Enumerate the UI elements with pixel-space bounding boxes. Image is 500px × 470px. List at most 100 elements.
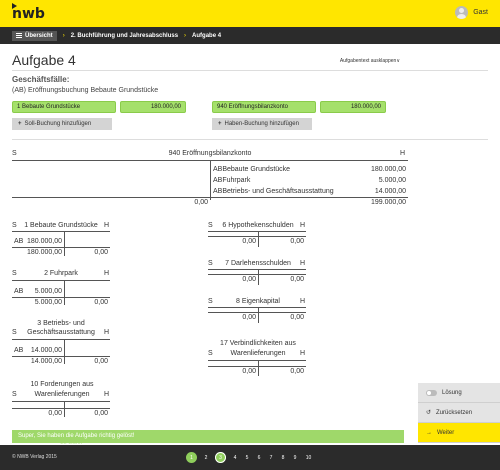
ebk-row-label: ABBebaute Grundstücke xyxy=(213,166,291,173)
account-title-line-1: 3 Betriebs- und xyxy=(37,320,85,327)
t-account-middle-line xyxy=(258,307,259,323)
add-soll-button[interactable]: + Soll-Buchung hinzufügen xyxy=(12,118,112,130)
ebk-total-left: 0,00 xyxy=(194,199,208,206)
plus-icon: + xyxy=(218,121,222,127)
account-title-line-1: 17 Verbindlichkeiten aus xyxy=(220,340,296,347)
debit-label: S xyxy=(208,222,213,229)
sum-left: 0,00 xyxy=(242,314,256,321)
toggle-task-label: Aufgabentext ausklappen xyxy=(339,58,397,64)
credit-label: H xyxy=(300,222,306,229)
soll-account-field[interactable]: 1 Bebaute Grundstücke xyxy=(12,101,116,113)
page-button-4[interactable]: 4 xyxy=(232,452,238,463)
page-button-8[interactable]: 8 xyxy=(280,452,286,463)
account-title: 7 Darlehensschulden xyxy=(225,260,291,267)
sum-right: 0,00 xyxy=(290,368,304,375)
page-button-1[interactable]: 1 xyxy=(186,452,197,463)
question-text: (AB) Eröffnungsbuchung Bebaute Grundstüc… xyxy=(12,87,159,94)
action-panel: Lösung ↺ Zurücksetzen → Weiter xyxy=(418,383,500,443)
t-account-top-line xyxy=(12,339,110,340)
account-title-line-1: 10 Forderungen aus xyxy=(30,381,94,388)
breadcrumb-separator-icon: › xyxy=(62,32,65,39)
credit-label: H xyxy=(400,150,406,157)
add-haben-button[interactable]: + Haben-Buchung hinzufügen xyxy=(212,118,312,130)
overview-button[interactable]: Übersicht xyxy=(12,30,57,41)
debit-label: S xyxy=(208,260,213,267)
sum-left: 14.000,00 xyxy=(30,358,62,365)
divider xyxy=(12,139,488,140)
user-menu[interactable]: Gast xyxy=(455,6,488,19)
breadcrumb-item-chapter[interactable]: 2. Buchführung und Jahresabschluss xyxy=(71,33,178,39)
logo[interactable]: nwb xyxy=(12,6,45,22)
account-title: 1 Bebaute Grundstücke xyxy=(24,222,98,229)
t-account-sum-line xyxy=(208,312,306,313)
add-soll-label: Soll-Buchung hinzufügen xyxy=(24,121,92,127)
credit-label: H xyxy=(300,298,306,305)
t-account-top-line xyxy=(12,280,110,281)
chevron-down-icon: ∨ xyxy=(396,58,400,64)
solution-toggle[interactable]: Lösung xyxy=(418,383,500,403)
entry-label: AB xyxy=(14,347,24,354)
t-account-middle-line xyxy=(258,231,259,247)
t-account-top-line xyxy=(12,401,110,402)
credit-label: H xyxy=(104,329,110,336)
debit-label: S xyxy=(208,298,213,305)
sum-left: 0,00 xyxy=(242,276,256,283)
sum-right: 0,00 xyxy=(94,249,108,256)
debit-label: S xyxy=(12,270,17,277)
plus-icon: + xyxy=(18,121,22,127)
entry-label: AB xyxy=(14,238,24,245)
t-account-middle-line xyxy=(64,401,65,417)
credit-label: H xyxy=(104,270,110,277)
t-account-top-line xyxy=(12,231,110,232)
t-account-middle-line xyxy=(258,269,259,285)
page-title: Aufgabe 4 xyxy=(12,52,76,68)
account-title: 8 Eigenkapital xyxy=(236,298,280,305)
top-bar: nwb Gast xyxy=(0,0,500,27)
account-title: 2 Fuhrpark xyxy=(44,270,78,277)
haben-account-field[interactable]: 940 Eröffnungsbilanzkonto xyxy=(212,101,316,113)
t-account-middle-line xyxy=(64,231,65,256)
page-button-6[interactable]: 6 xyxy=(256,452,262,463)
ebk-title: 940 Eröffnungsbilanzkonto xyxy=(168,150,252,157)
credit-label: H xyxy=(104,391,110,398)
page-button-5[interactable]: 5 xyxy=(244,452,250,463)
next-button[interactable]: → Weiter xyxy=(418,423,500,443)
toggle-switch-icon xyxy=(426,389,437,396)
t-account-middle-line xyxy=(258,360,259,376)
sum-right: 0,00 xyxy=(94,358,108,365)
sum-left: 0,00 xyxy=(242,238,256,245)
t-account-sum-line xyxy=(208,236,306,237)
soll-amount-field[interactable]: 180.000,00 xyxy=(120,101,186,113)
t-account-top-line xyxy=(208,269,306,270)
t-account-middle-line xyxy=(64,339,65,364)
account-title-line-2: Warenlieferungen xyxy=(230,350,286,357)
sum-right: 0,00 xyxy=(94,410,108,417)
next-label: Weiter xyxy=(437,429,455,436)
t-account-top-line xyxy=(208,360,306,361)
toggle-task-text[interactable]: Aufgabentext ausklappen∨ xyxy=(340,58,400,64)
reset-label: Zurücksetzen xyxy=(436,409,473,416)
page-button-3[interactable]: 3 xyxy=(215,452,226,463)
reset-button[interactable]: ↺ Zurücksetzen xyxy=(418,403,500,423)
sum-right: 0,00 xyxy=(290,238,304,245)
t-account-middle-line xyxy=(64,280,65,305)
haben-amount-field[interactable]: 180.000,00 xyxy=(320,101,386,113)
debit-label: S xyxy=(12,391,17,398)
debit-label: S xyxy=(12,150,17,157)
ebk-total-right: 199.000,00 xyxy=(370,199,406,206)
page-button-7[interactable]: 7 xyxy=(268,452,274,463)
ebk-row-value: 180.000,00 xyxy=(370,166,406,173)
breadcrumb-item-task[interactable]: Aufgabe 4 xyxy=(192,33,221,39)
ebk-row-value: 14.000,00 xyxy=(374,188,406,195)
page-button-10[interactable]: 10 xyxy=(304,452,313,463)
credit-label: H xyxy=(300,350,306,357)
success-message: Super, Sie haben die Aufgabe richtig gel… xyxy=(12,430,404,443)
page-button-9[interactable]: 9 xyxy=(292,452,298,463)
credit-label: H xyxy=(300,260,306,267)
entry-value: 180.000,00 xyxy=(26,238,62,245)
solution-label: Lösung xyxy=(442,389,462,396)
t-account-sum-line xyxy=(12,356,110,357)
task-pager: 1 2 3 4 5 6 7 8 9 10 xyxy=(186,452,313,463)
page-button-2[interactable]: 2 xyxy=(203,452,209,463)
t-account-sum-line xyxy=(208,366,306,367)
